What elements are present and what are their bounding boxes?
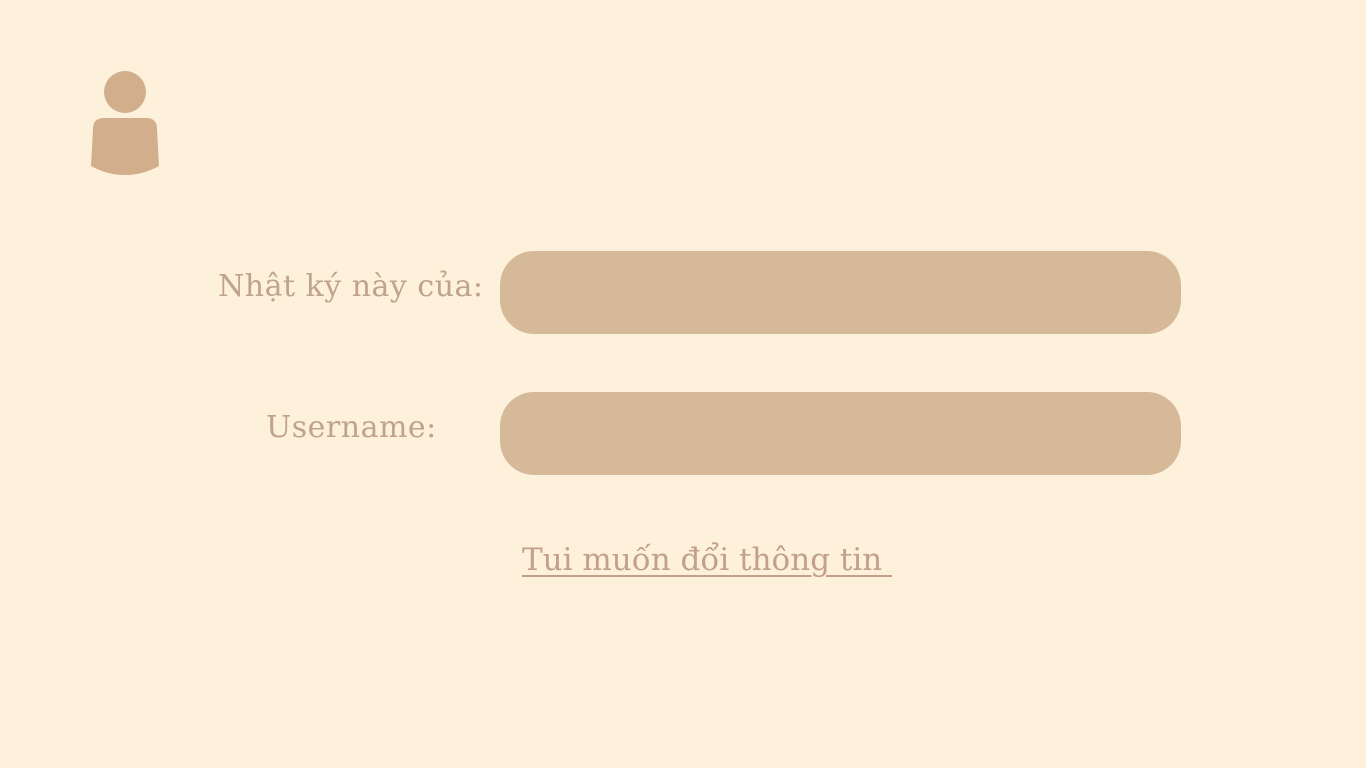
username-label: Username:	[266, 410, 437, 445]
username-field[interactable]	[500, 392, 1181, 475]
owner-field[interactable]	[500, 251, 1181, 334]
owner-label: Nhật ký này của:	[218, 269, 484, 304]
change-info-link[interactable]: Tui muốn đổi thông tin	[522, 545, 892, 576]
user-icon	[90, 71, 160, 176]
